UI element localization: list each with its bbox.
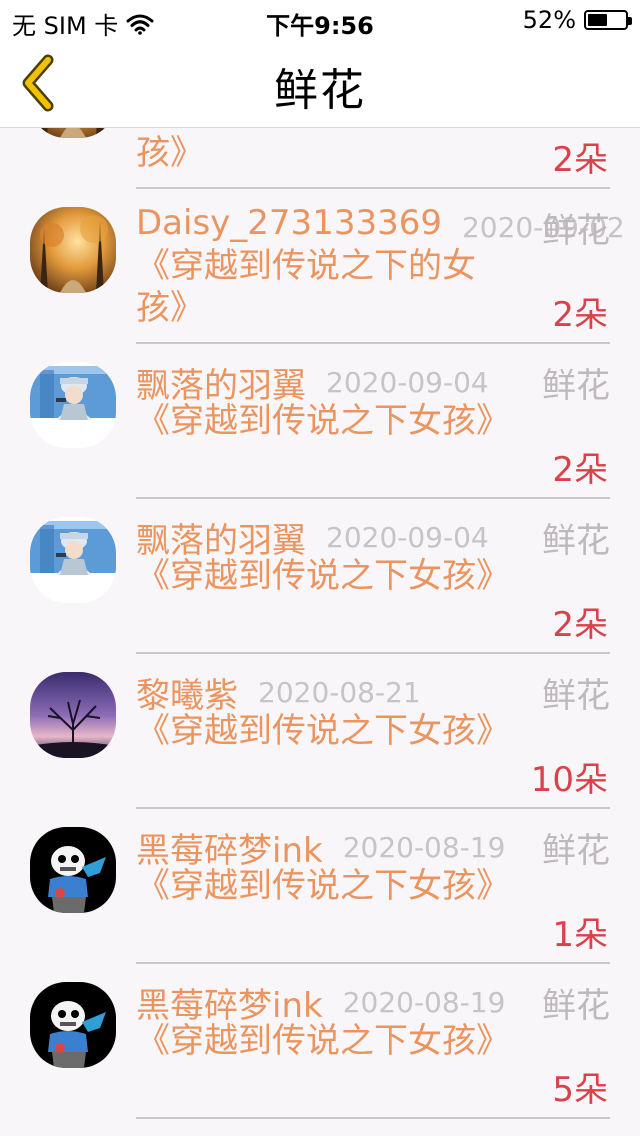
avatar[interactable] (30, 207, 116, 293)
gift-type: 鲜花 (542, 366, 610, 406)
gift-count: 2朵 (552, 140, 608, 180)
gift-count: 2朵 (552, 450, 608, 490)
book-title: 《穿越到传说之下的女孩》 (136, 128, 476, 173)
gift-type: 鲜花 (542, 676, 610, 716)
gift-date: 2020-09-04 (326, 366, 489, 399)
gift-list-inner: 《穿越到传说之下的女孩》 2朵 Daisy_273133369 2020-09-… (0, 128, 640, 1119)
list-item[interactable]: 黑莓碎梦ink 2020-08-19 鲜花 《穿越到传说之下女孩》 5朵 (0, 964, 640, 1119)
list-item[interactable]: Daisy_273133369 2020-09-02 鲜花 《穿越到传说之下的女… (0, 189, 640, 344)
list-item[interactable]: 《穿越到传说之下的女孩》 2朵 (0, 128, 640, 189)
gift-type: 鲜花 (542, 986, 610, 1026)
gift-date: 2020-08-19 (342, 986, 506, 1019)
battery-percent: 52% (522, 6, 576, 34)
gift-count: 2朵 (552, 605, 608, 645)
gift-count: 5朵 (552, 1070, 608, 1110)
battery-icon (584, 10, 632, 30)
gift-list[interactable]: 《穿越到传说之下的女孩》 2朵 Daisy_273133369 2020-09-… (0, 128, 640, 1136)
status-bar: 无 SIM 卡 下午9:56 52% (0, 0, 640, 40)
book-title: 《穿越到传说之下女孩》 (136, 711, 510, 751)
gift-date: 2020-08-21 (258, 676, 421, 709)
gift-count: 10朵 (530, 760, 608, 800)
avatar[interactable] (30, 128, 116, 138)
page-title: 鲜花 (274, 65, 366, 116)
list-item[interactable]: 黎曦紫 2020-08-21 鲜花 《穿越到传说之下女孩》 10朵 (0, 654, 640, 809)
avatar[interactable] (30, 827, 116, 913)
gift-count: 2朵 (552, 295, 608, 335)
gift-type: 鲜花 (542, 211, 610, 251)
gift-type: 鲜花 (542, 831, 610, 871)
gift-date: 2020-08-19 (342, 831, 506, 864)
book-title: 《穿越到传说之下女孩》 (136, 866, 510, 906)
user-name[interactable]: Daisy_273133369 (136, 203, 442, 243)
gift-date: 2020-09-04 (326, 521, 489, 554)
gift-count: 1朵 (552, 915, 608, 955)
nav-bar: 鲜花 (0, 40, 640, 128)
avatar[interactable] (30, 672, 116, 758)
gift-type: 鲜花 (542, 521, 610, 561)
avatar[interactable] (30, 517, 116, 603)
avatar[interactable] (30, 362, 116, 448)
book-title: 《穿越到传说之下女孩》 (136, 401, 510, 441)
book-title: 《穿越到传说之下的女孩》 (136, 246, 476, 328)
list-item[interactable]: 飘落的羽翼 2020-09-04 鲜花 《穿越到传说之下女孩》 2朵 (0, 499, 640, 654)
battery-fill (588, 14, 607, 26)
list-item[interactable]: 黑莓碎梦ink 2020-08-19 鲜花 《穿越到传说之下女孩》 1朵 (0, 809, 640, 964)
battery-tip (628, 17, 632, 25)
status-right: 52% (522, 6, 632, 34)
divider (136, 1117, 610, 1119)
book-title: 《穿越到传说之下女孩》 (136, 1021, 510, 1061)
book-title: 《穿越到传说之下女孩》 (136, 556, 510, 596)
list-item[interactable]: 飘落的羽翼 2020-09-04 鲜花 《穿越到传说之下女孩》 2朵 (0, 344, 640, 499)
avatar[interactable] (30, 982, 116, 1068)
